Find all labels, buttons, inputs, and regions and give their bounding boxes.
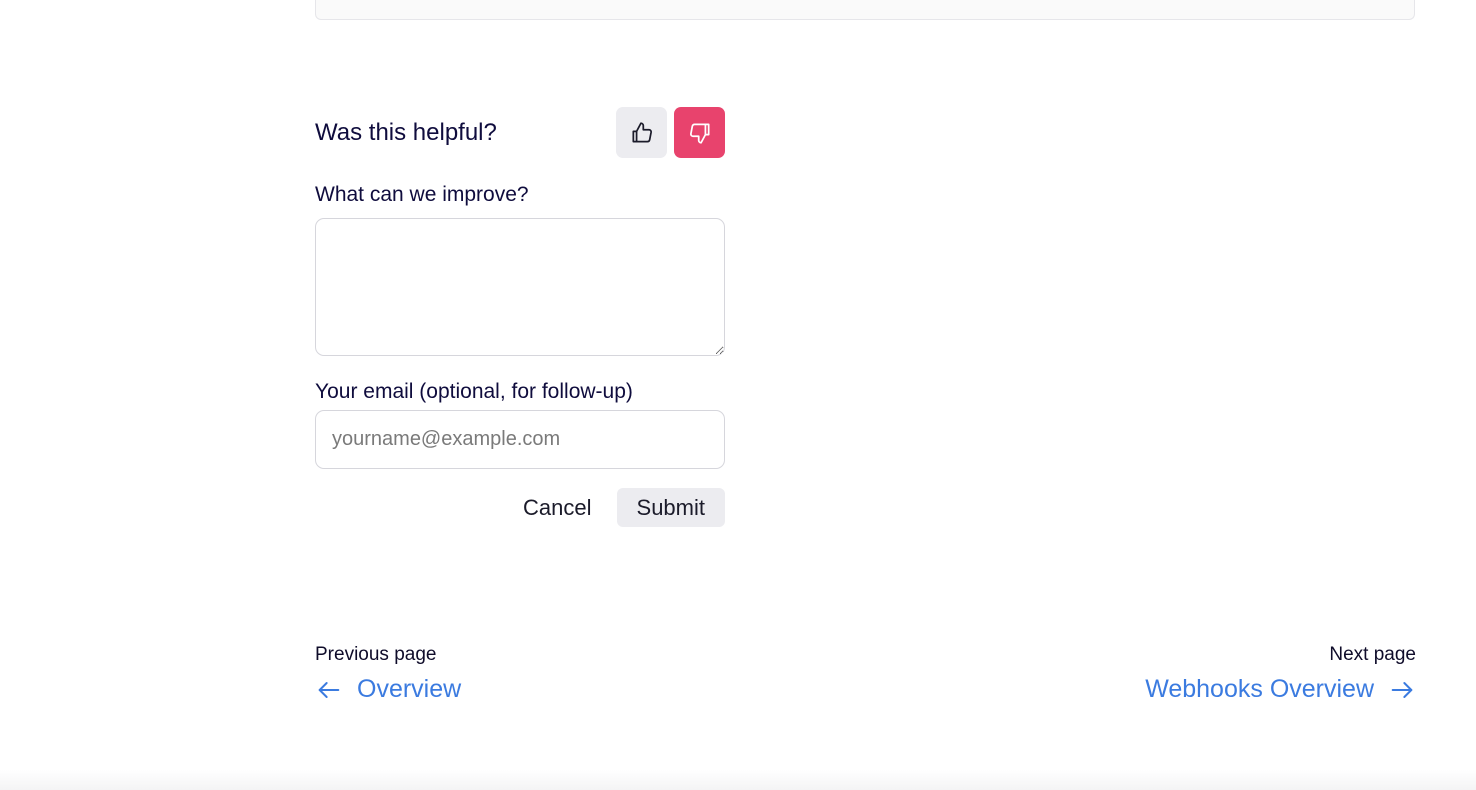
footer-edge [0,770,1476,790]
helpful-question: Was this helpful? [315,118,497,146]
page: Was this helpful? What can we improve? Y… [0,0,1476,790]
thumbs-up-icon [631,121,652,143]
thumbs-down-icon [689,122,710,144]
arrow-left-icon [318,681,340,698]
email-label: Your email (optional, for follow-up) [315,380,633,403]
page-pagination: Previous page Overview Next page Webhook… [315,644,1416,704]
helpful-row: Was this helpful? [315,107,725,158]
next-page-caption: Next page [1329,644,1416,665]
next-page-title: Webhooks Overview [1145,675,1374,703]
previous-page-caption: Previous page [315,644,437,665]
vote-buttons [616,107,725,158]
email-input[interactable] [315,410,725,469]
arrow-right-icon [1391,681,1413,698]
submit-button[interactable]: Submit [616,488,725,527]
improve-textarea[interactable] [315,218,725,356]
thumbs-down-button[interactable] [674,107,725,158]
previous-page-link[interactable]: Overview [315,675,461,704]
feedback-form: Was this helpful? What can we improve? Y… [315,107,725,527]
next-page-link[interactable]: Webhooks Overview [1145,675,1416,704]
next-page: Next page Webhooks Overview [1145,644,1416,704]
content-card-bottom [315,0,1415,20]
previous-page: Previous page Overview [315,644,461,704]
form-actions: Cancel Submit [315,488,725,527]
improve-label: What can we improve? [315,183,529,206]
thumbs-up-button[interactable] [616,107,667,158]
previous-page-title: Overview [357,675,462,703]
cancel-button[interactable]: Cancel [510,489,604,527]
